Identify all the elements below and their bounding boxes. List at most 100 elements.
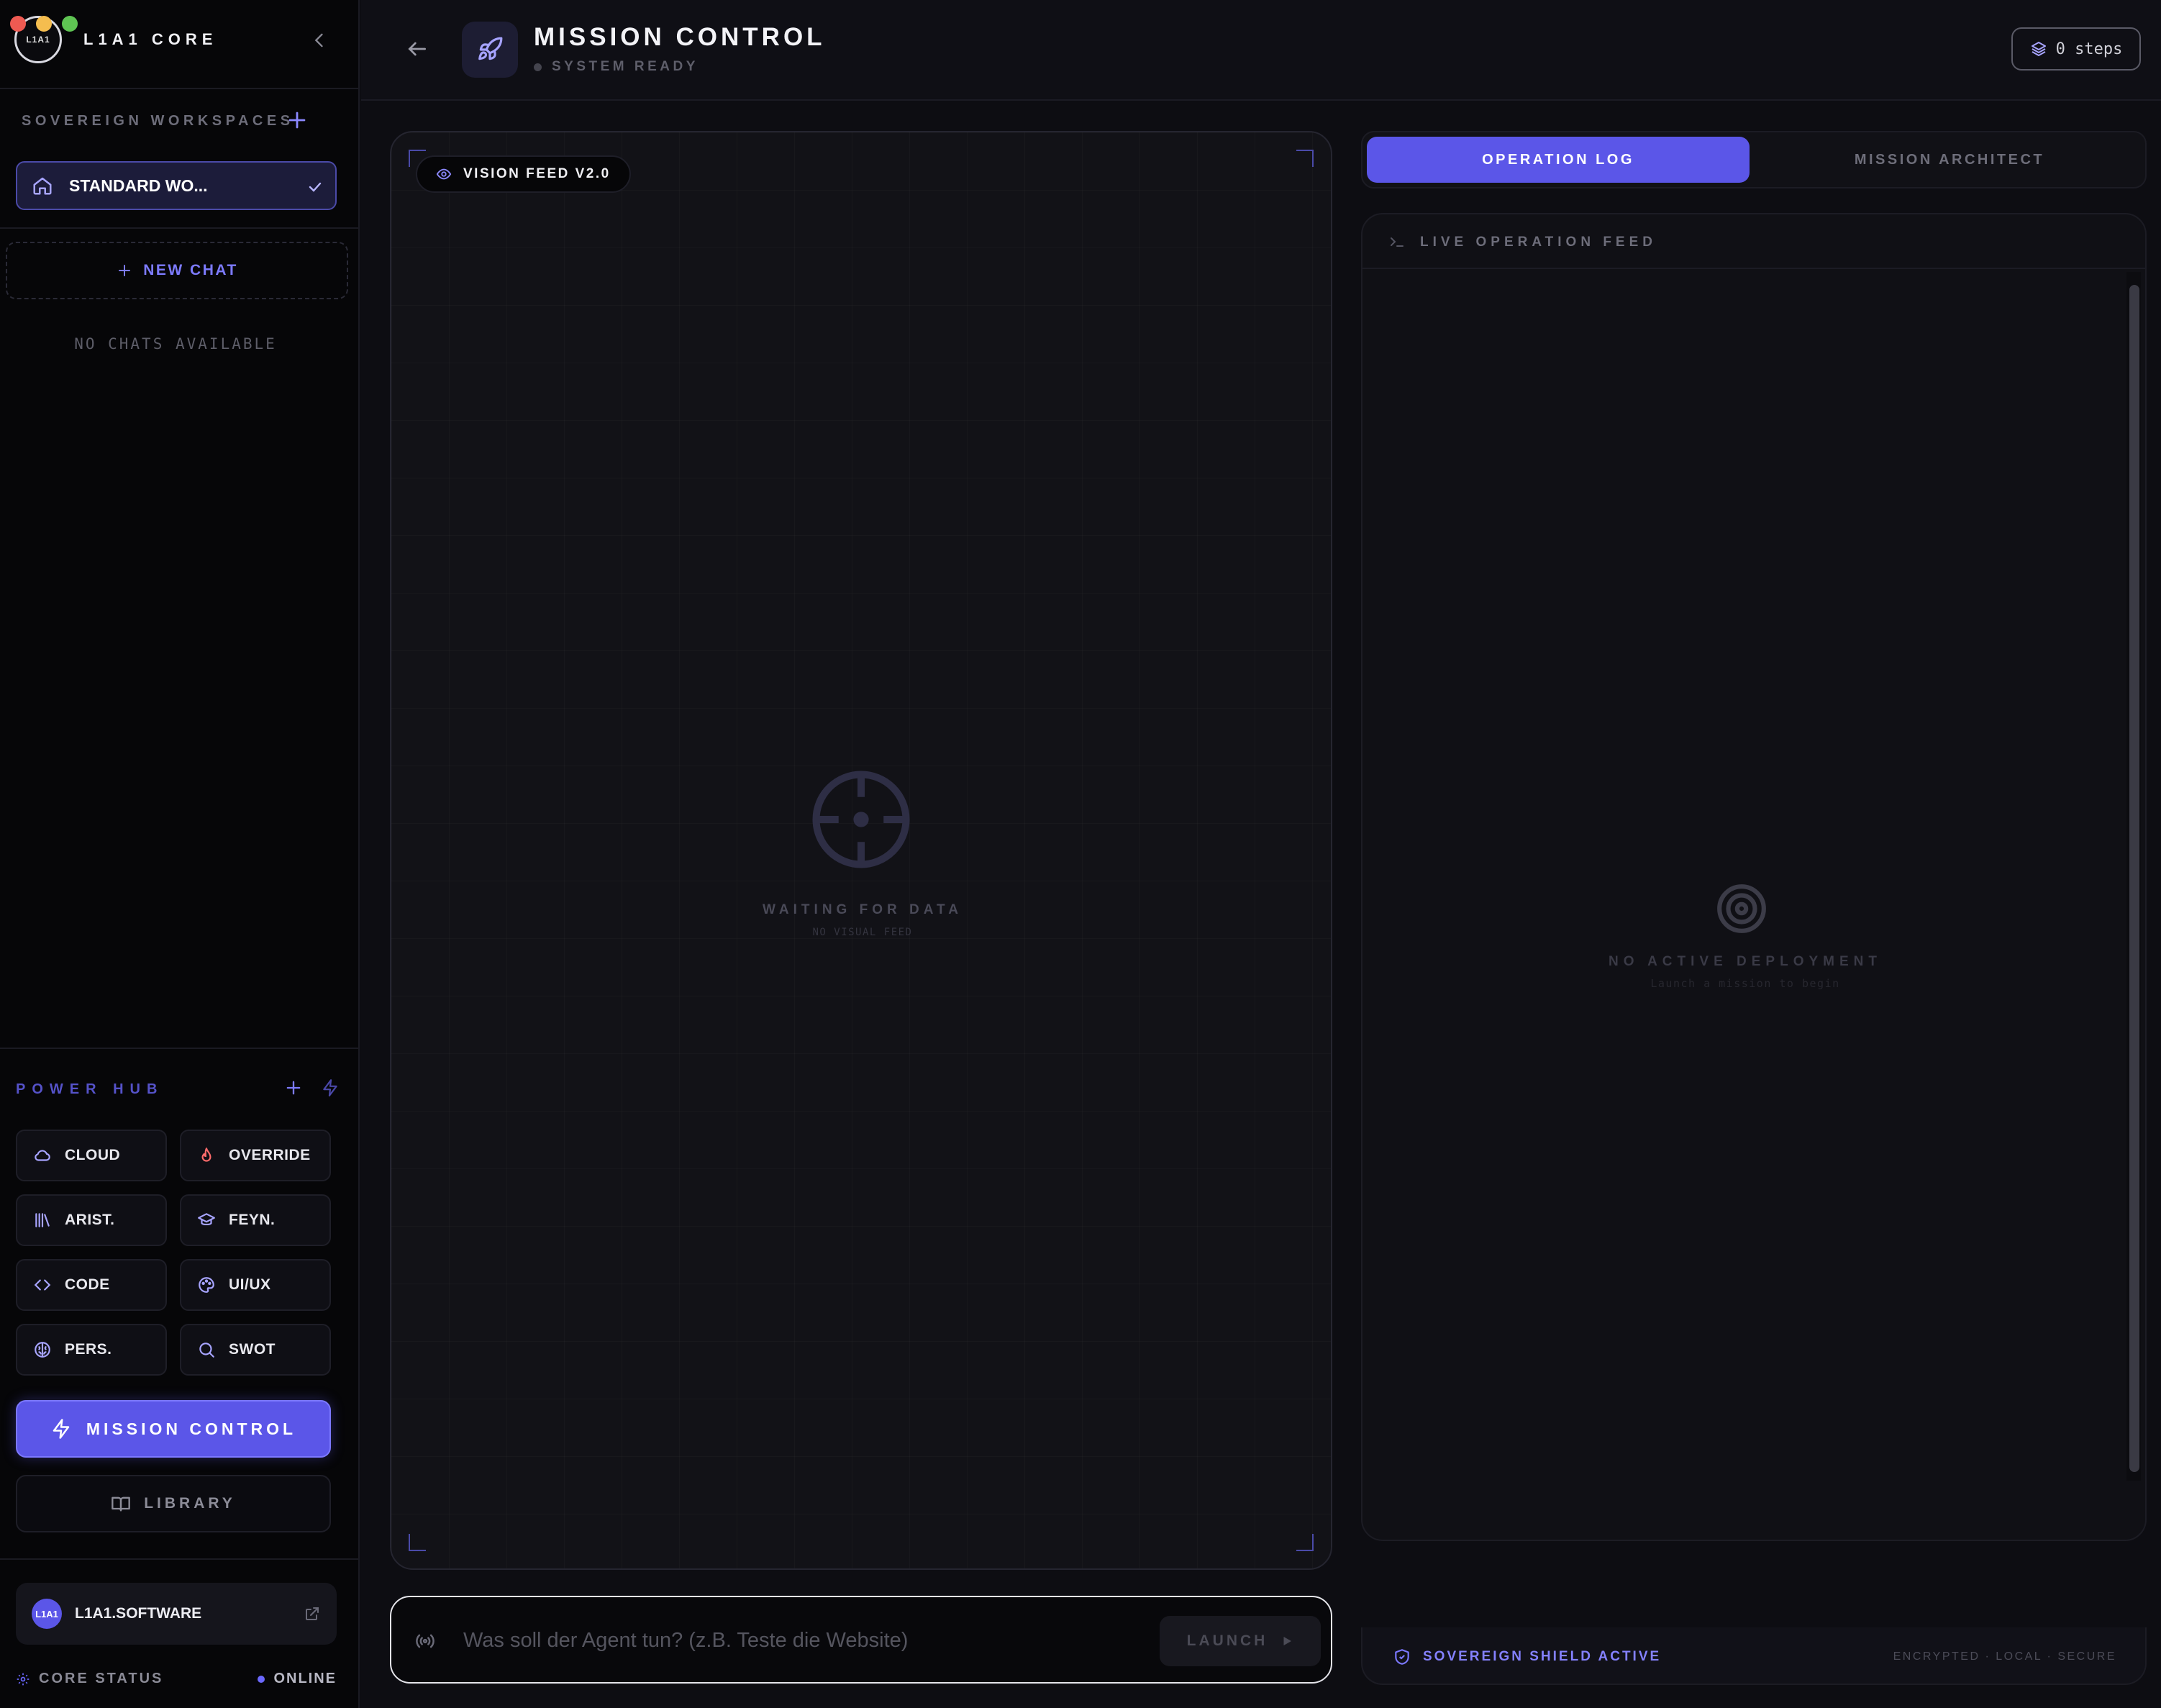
eye-icon (436, 168, 452, 180)
cloud-icon (35, 1150, 50, 1161)
right-panel-tabs: OPERATION LOG MISSION ARCHITECT (1361, 131, 2147, 188)
system-status: SYSTEM READY (534, 59, 699, 75)
core-status-label: CORE STATUS (39, 1671, 164, 1686)
brain-icon (35, 1342, 50, 1358)
hub-cloud-button[interactable]: CLOUD (16, 1130, 167, 1181)
workspaces-header: SOVEREIGN WORKSPACES (22, 113, 294, 130)
book-icon (112, 1496, 131, 1512)
steps-badge[interactable]: 0 steps (2011, 27, 2141, 71)
security-tags: ENCRYPTED · LOCAL · SECURE (1893, 1650, 2116, 1663)
shield-label: SOVEREIGN SHIELD ACTIVE (1423, 1649, 1662, 1664)
hub-override-button[interactable]: OVERRIDE (180, 1130, 331, 1181)
vision-feed-panel: VISION FEED V2.0 WAITING FOR DATA NO VIS… (390, 131, 1332, 1570)
core-status-row: CORE STATUS ONLINE (16, 1671, 337, 1687)
window-controls (10, 16, 78, 32)
palette-icon (199, 1277, 214, 1293)
workspace-item-standard[interactable]: STANDARD WO... (16, 161, 337, 210)
sidebar-divider (0, 227, 360, 229)
hub-swot-button[interactable]: SWOT (180, 1324, 331, 1376)
hub-code-button[interactable]: CODE (16, 1259, 167, 1311)
rocket-icon (462, 22, 518, 78)
vision-feed-label: VISION FEED V2.0 (463, 166, 611, 181)
workspaces-title: SOVEREIGN WORKSPACES (22, 113, 294, 129)
frame-corner (409, 1534, 426, 1551)
target-icon (1717, 884, 1766, 933)
online-label: ONLINE (273, 1671, 337, 1686)
sidebar-divider (0, 1558, 360, 1560)
library-button[interactable]: LIBRARY (16, 1475, 331, 1532)
search-icon (199, 1343, 214, 1358)
mission-control-label: MISSION CONTROL (86, 1419, 297, 1438)
hub-feyn-button[interactable]: FEYN. (180, 1194, 331, 1246)
live-operation-feed: LIVE OPERATION FEED NO ACTIVE DEPLOYMENT… (1361, 213, 2147, 1541)
frame-corner (1296, 1534, 1314, 1551)
hub-arist-button[interactable]: ARIST. (16, 1194, 167, 1246)
no-visual-feed-text: NO VISUAL FEED (812, 927, 913, 938)
online-indicator (258, 1675, 265, 1683)
hub-label: CLOUD (65, 1147, 121, 1163)
home-icon (33, 177, 52, 195)
avatar: L1A1 (32, 1599, 62, 1629)
code-icon (34, 1279, 51, 1291)
hub-label: SWOT (229, 1341, 276, 1358)
mission-control-button[interactable]: MISSION CONTROL (16, 1400, 331, 1458)
play-icon (1283, 1637, 1292, 1645)
crosshair-icon (812, 771, 910, 868)
new-chat-button[interactable]: NEW CHAT (6, 242, 348, 299)
account-card[interactable]: L1A1 L1A1.SOFTWARE (16, 1583, 337, 1645)
gear-icon (17, 1673, 29, 1685)
plus-icon (119, 265, 131, 276)
hub-label: FEYN. (229, 1212, 276, 1228)
workspace-label: STANDARD WO... (69, 176, 208, 195)
command-bar: LAUNCH (390, 1596, 1332, 1684)
feed-scrollbar-thumb[interactable] (2129, 285, 2139, 1472)
shield-status-bar: SOVEREIGN SHIELD ACTIVE ENCRYPTED · LOCA… (1361, 1627, 2147, 1685)
check-icon (309, 182, 322, 192)
brand-name: L1A1 CORE (83, 30, 218, 48)
add-power-icon[interactable] (283, 1078, 304, 1098)
tab-operation-log[interactable]: OPERATION LOG (1367, 137, 1750, 183)
terminal-icon (1391, 237, 1403, 247)
launch-label: LAUNCH (1186, 1632, 1268, 1649)
hub-pers-button[interactable]: PERS. (16, 1324, 167, 1376)
graduation-cap-icon (198, 1213, 215, 1226)
close-window-button[interactable] (10, 16, 26, 32)
layers-icon (2031, 42, 2046, 56)
broadcast-icon (416, 1634, 435, 1648)
library-label: LIBRARY (144, 1495, 236, 1512)
tab-mission-architect[interactable]: MISSION ARCHITECT (1755, 137, 2144, 183)
external-link-icon[interactable] (304, 1605, 321, 1622)
minimize-window-button[interactable] (36, 16, 52, 32)
status-dot (534, 63, 542, 71)
hub-label: ARIST. (65, 1212, 115, 1228)
frame-corner (1296, 150, 1314, 167)
maximize-window-button[interactable] (62, 16, 78, 32)
library-icon (35, 1213, 50, 1227)
launch-hint-text: Launch a mission to begin (1650, 977, 1840, 990)
power-hub-grid: CLOUD OVERRIDE ARIST. FEYN. CODE UI/UX P… (16, 1130, 331, 1376)
launch-button[interactable]: LAUNCH (1160, 1616, 1321, 1666)
hub-label: OVERRIDE (229, 1147, 311, 1163)
hub-uiux-button[interactable]: UI/UX (180, 1259, 331, 1311)
feed-title: LIVE OPERATION FEED (1420, 235, 1657, 250)
add-workspace-icon[interactable] (285, 108, 309, 132)
hub-label: PERS. (65, 1341, 112, 1358)
shield-icon (1395, 1649, 1409, 1665)
waiting-for-data-text: WAITING FOR DATA (763, 902, 963, 917)
arrow-left-icon[interactable] (406, 37, 429, 60)
vision-feed-badge: VISION FEED V2.0 (416, 155, 631, 193)
top-header: MISSION CONTROL SYSTEM READY 0 steps (361, 0, 2161, 101)
steps-count: 0 steps (2055, 40, 2123, 58)
bolt-icon (53, 1419, 70, 1439)
sidebar-divider (0, 88, 360, 89)
collapse-sidebar-icon[interactable] (309, 30, 329, 50)
account-name: L1A1.SOFTWARE (75, 1605, 202, 1622)
hub-label: UI/UX (229, 1276, 271, 1293)
new-chat-label: NEW CHAT (143, 262, 238, 278)
agent-command-input[interactable] (463, 1617, 1096, 1663)
hub-label: CODE (65, 1276, 110, 1293)
power-hub-title: POWER HUB (16, 1081, 164, 1097)
sidebar: L1A1 L1A1 CORE SOVEREIGN WORKSPACES STAN… (0, 0, 360, 1708)
bolt-icon[interactable] (321, 1078, 340, 1097)
feed-header: LIVE OPERATION FEED (1362, 214, 2145, 269)
